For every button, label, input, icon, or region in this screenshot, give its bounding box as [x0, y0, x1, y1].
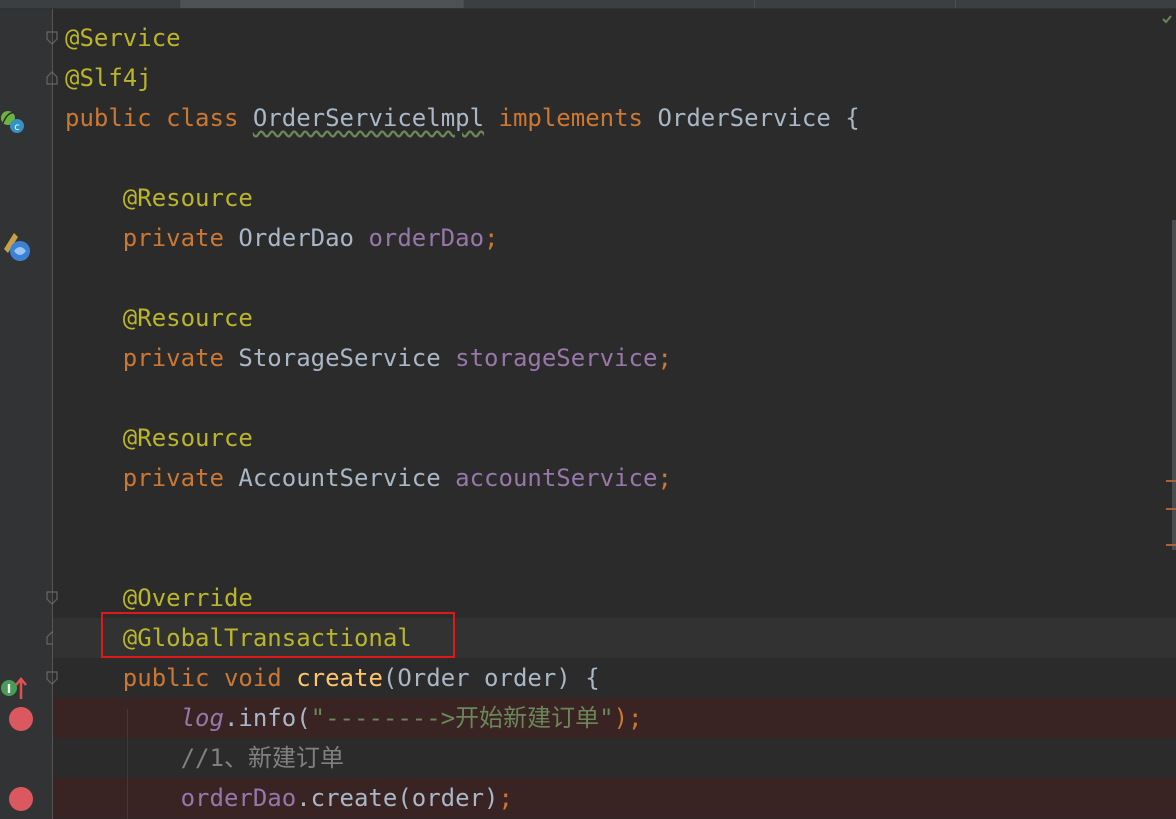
code-token: private: [65, 224, 239, 252]
code-token: OrderService {: [657, 104, 860, 132]
code-text: public class OrderServicelmpl implements…: [65, 98, 860, 138]
code-text: private AccountService accountService;: [65, 458, 672, 498]
code-token: log: [180, 704, 224, 732]
code-line[interactable]: public class OrderServicelmpl implements…: [53, 98, 1176, 138]
code-token: StorageService: [238, 344, 456, 372]
code-line[interactable]: @Resource: [53, 298, 1176, 338]
code-token: void: [223, 664, 297, 692]
code-token: @Resource: [65, 424, 253, 452]
code-token: create: [296, 664, 383, 692]
code-token: orderDao: [368, 224, 485, 252]
breakpoint-icon[interactable]: [9, 787, 33, 811]
code-token: @Service: [65, 24, 181, 52]
code-token: public: [65, 104, 167, 132]
code-line[interactable]: public void create(Order order) {: [53, 658, 1176, 698]
code-token: accountService: [455, 464, 658, 492]
code-text: //1、新建订单: [65, 738, 344, 778]
editor-tab[interactable]: [755, 0, 956, 8]
code-line[interactable]: @Resource: [53, 178, 1176, 218]
code-line[interactable]: @Resource: [53, 418, 1176, 458]
code-token: class: [166, 104, 253, 132]
code-token: storageService: [455, 344, 658, 372]
code-text: @Resource: [65, 298, 253, 338]
code-token: @Resource: [65, 184, 253, 212]
code-token: ;: [484, 224, 499, 252]
code-token: .create(order): [296, 784, 499, 812]
editor-tab-bar: [0, 0, 1176, 9]
code-token: private: [65, 464, 239, 492]
code-line[interactable]: [53, 258, 1176, 298]
spring-bean-icon[interactable]: c: [0, 109, 26, 135]
code-token: private: [65, 344, 239, 372]
breakpoint-icon[interactable]: [9, 707, 33, 731]
code-line[interactable]: [53, 138, 1176, 178]
code-text: @Service: [65, 18, 181, 58]
code-token: @Slf4j: [65, 64, 152, 92]
code-editor[interactable]: @Service @Slf4j public class OrderServicel…: [53, 9, 1176, 819]
indent-guide: [127, 709, 128, 819]
code-token: OrderDao: [238, 224, 369, 252]
code-line[interactable]: @Service: [53, 18, 1176, 58]
code-line[interactable]: log.info("-------->开始新建订单");: [53, 698, 1176, 738]
code-token: orderDao: [180, 784, 297, 812]
editor-tab[interactable]: [956, 0, 1176, 8]
code-token: );: [613, 704, 643, 732]
inspection-ok-icon: [1162, 15, 1172, 24]
code-text: @Resource: [65, 418, 253, 458]
autowired-injection-icon[interactable]: [0, 227, 34, 263]
code-line[interactable]: @Slf4j: [53, 58, 1176, 98]
editor-tab[interactable]: [181, 0, 464, 8]
code-line[interactable]: private AccountService accountService;: [53, 458, 1176, 498]
svg-text:I: I: [7, 682, 11, 696]
code-line[interactable]: //1、新建订单: [53, 738, 1176, 778]
editor-tab[interactable]: [464, 0, 755, 8]
code-token: ;: [498, 784, 513, 812]
code-token: //1、新建订单: [65, 744, 344, 772]
code-token: (Order order) {: [382, 664, 600, 692]
overrides-method-icon[interactable]: I: [0, 675, 28, 701]
svg-text:c: c: [14, 122, 20, 133]
code-token: AccountService: [238, 464, 456, 492]
code-token: ;: [657, 344, 672, 372]
code-token: @Override: [65, 584, 253, 612]
code-text: @Resource: [65, 178, 253, 218]
code-text: private OrderDao orderDao;: [65, 218, 499, 258]
code-token: OrderServicelmpl: [252, 104, 485, 132]
code-line[interactable]: [53, 378, 1176, 418]
code-token: public: [65, 664, 224, 692]
code-token: "-------->开始新建订单": [310, 704, 614, 732]
editor-tab[interactable]: [0, 0, 181, 8]
code-token: ;: [657, 464, 672, 492]
code-token: .info(: [223, 704, 311, 732]
editor-gutter[interactable]: c I: [0, 9, 58, 819]
code-text: log.info("-------->开始新建订单");: [65, 698, 643, 738]
code-line[interactable]: private OrderDao orderDao;: [53, 218, 1176, 258]
code-line[interactable]: [53, 538, 1176, 578]
code-text: public void create(Order order) {: [65, 658, 600, 698]
code-token: @Resource: [65, 304, 253, 332]
code-text: @Slf4j: [65, 58, 152, 98]
code-line[interactable]: private StorageService storageService;: [53, 338, 1176, 378]
highlight-box: [101, 612, 455, 658]
code-text: private StorageService storageService;: [65, 338, 672, 378]
code-token: implements: [484, 104, 658, 132]
code-line[interactable]: [53, 498, 1176, 538]
code-line[interactable]: orderDao.create(order);: [53, 778, 1176, 818]
error-stripe-marks: [1166, 470, 1176, 560]
code-text: orderDao.create(order);: [65, 778, 513, 818]
